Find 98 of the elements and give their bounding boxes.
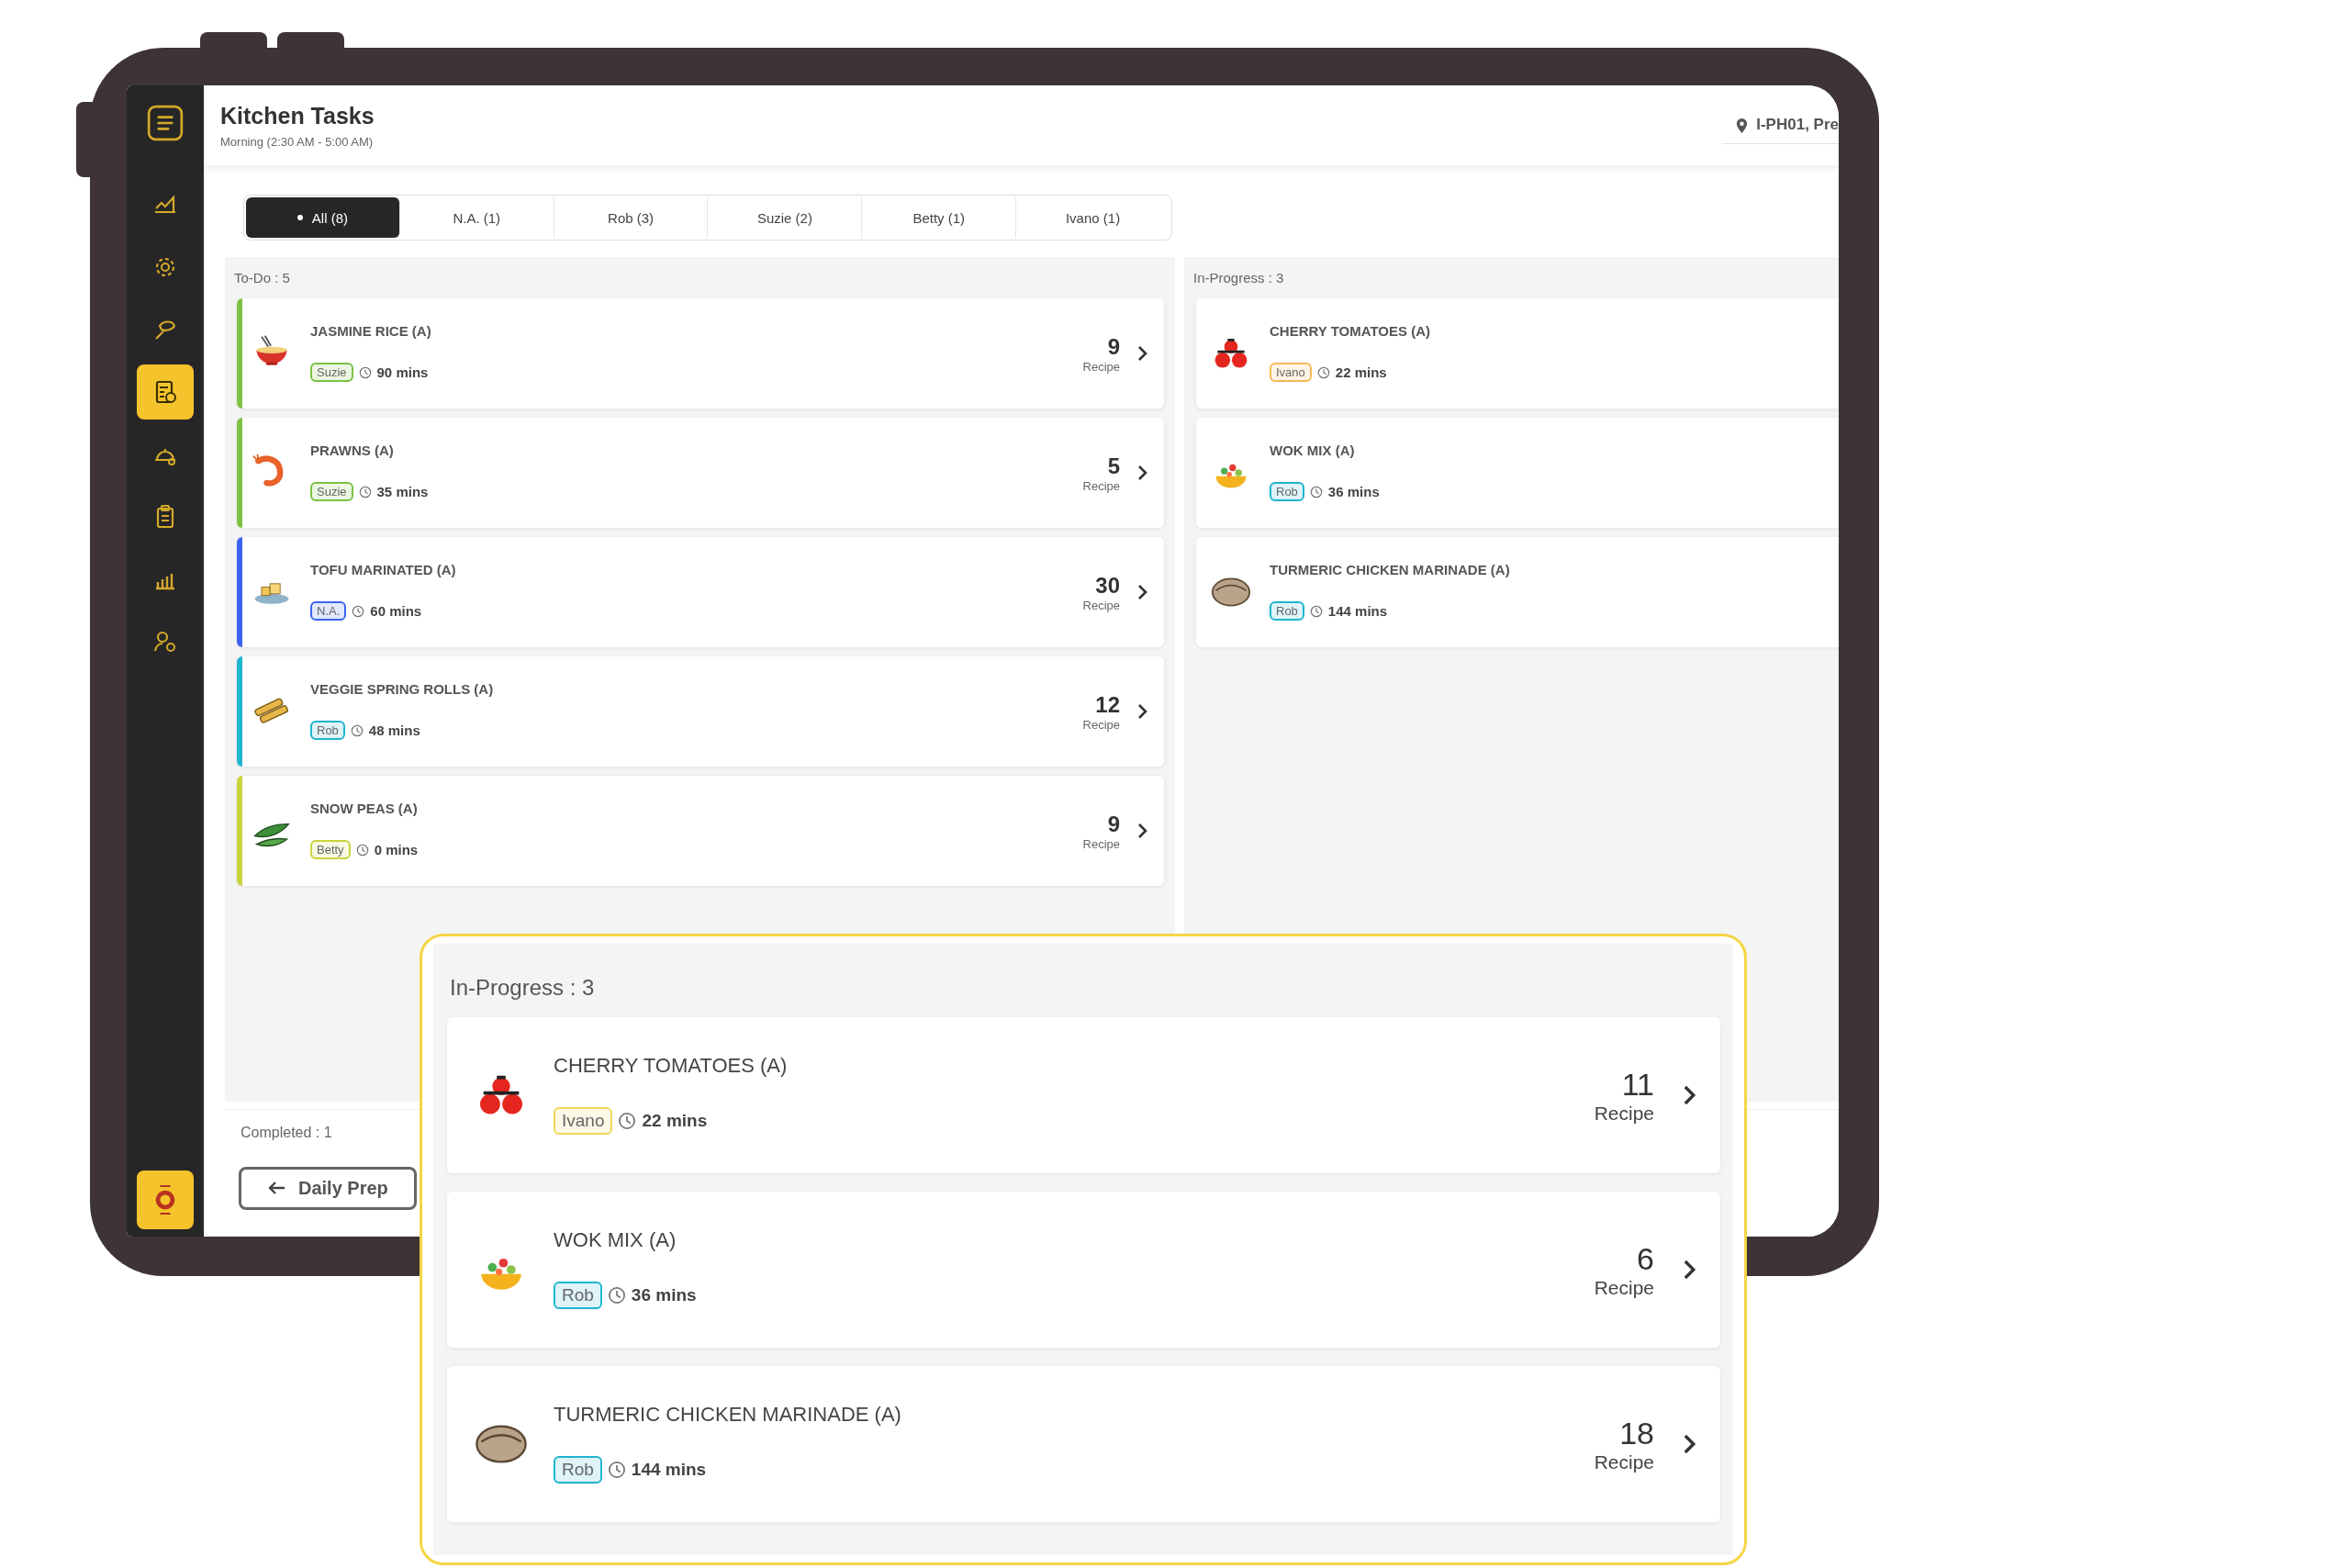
assignee-tag: Rob bbox=[554, 1282, 602, 1309]
recipe-count: 12 bbox=[1095, 691, 1120, 718]
clock-icon bbox=[358, 365, 372, 379]
filter-tab[interactable]: N.A. (1) bbox=[399, 197, 554, 238]
clock-icon bbox=[618, 1112, 637, 1130]
assignee-tag: Ivano bbox=[1270, 363, 1312, 382]
task-name: PRAWNS (A) bbox=[310, 442, 395, 458]
assignee-tag: Rob bbox=[310, 721, 345, 740]
arrow-left-icon bbox=[267, 1181, 285, 1195]
duration-text: 36 mins bbox=[631, 1285, 697, 1305]
recipe-count: 18 bbox=[1619, 1415, 1654, 1451]
duration-text: 144 mins bbox=[631, 1460, 707, 1480]
task-name: VEGGIE SPRING ROLLS (A) bbox=[310, 681, 495, 697]
sidebar-item[interactable] bbox=[137, 364, 194, 420]
assignee-tag: N.A. bbox=[310, 601, 347, 621]
assignee-tag: Rob bbox=[1270, 601, 1304, 621]
assignee-tag: Suzie bbox=[310, 363, 353, 382]
chevron-right-icon[interactable] bbox=[1136, 344, 1149, 363]
task-card[interactable]: TURMERIC CHICKEN MARINADE (A) Rob 144 mins bbox=[1196, 537, 1839, 647]
task-card[interactable]: PRAWNS (A) Suzie 35 mins 5 Recipe bbox=[237, 418, 1164, 528]
recipe-label: Recipe bbox=[1594, 1102, 1654, 1125]
recipe-label: Recipe bbox=[1082, 836, 1120, 851]
clock-icon bbox=[352, 604, 365, 618]
duration-text: 22 mins bbox=[642, 1111, 708, 1131]
recipe-label: Recipe bbox=[1082, 717, 1120, 732]
recipe-count: 5 bbox=[1107, 453, 1120, 479]
assignee-tag: Ivano bbox=[554, 1107, 613, 1135]
clock-icon bbox=[1316, 365, 1330, 379]
menu-icon bbox=[146, 104, 185, 142]
recipe-count: 9 bbox=[1107, 811, 1120, 837]
recipe-label: Recipe bbox=[1082, 359, 1120, 374]
chevron-right-icon[interactable] bbox=[1682, 1083, 1698, 1107]
task-name: JASMINE RICE (A) bbox=[310, 323, 432, 339]
duration-text: 60 mins bbox=[370, 603, 422, 619]
duration-text: 22 mins bbox=[1335, 364, 1387, 380]
location-pin-icon bbox=[1735, 116, 1750, 134]
chevron-right-icon[interactable] bbox=[1136, 822, 1149, 840]
task-card[interactable]: WOK MIX (A) Rob 36 mins 6 Recipe bbox=[447, 1192, 1720, 1348]
chevron-right-icon[interactable] bbox=[1682, 1258, 1698, 1282]
task-card[interactable]: CHERRY TOMATOES (A) Ivano 22 mins 11 Recipe bbox=[447, 1017, 1720, 1173]
clock-icon bbox=[350, 723, 364, 737]
clock-icon bbox=[1309, 604, 1323, 618]
recipe-count: 30 bbox=[1095, 572, 1120, 599]
task-card[interactable]: VEGGIE SPRING ROLLS (A) Rob 48 mins 12 Recipe bbox=[237, 656, 1164, 767]
task-name: WOK MIX (A) bbox=[1270, 442, 1356, 458]
column-heading: To-Do : 5 bbox=[234, 270, 291, 286]
page-title: Kitchen Tasks bbox=[220, 102, 375, 129]
shift-subtitle: Morning (2:30 AM - 5:00 AM) bbox=[220, 134, 375, 149]
duration-text: 90 mins bbox=[376, 364, 429, 380]
recipe-label: Recipe bbox=[1594, 1450, 1654, 1473]
timer-button[interactable] bbox=[137, 1170, 194, 1229]
daily-prep-button[interactable]: Daily Prep bbox=[239, 1166, 417, 1210]
task-name: CHERRY TOMATOES (A) bbox=[554, 1054, 789, 1078]
clock-icon bbox=[358, 485, 372, 498]
assignee-tag: Rob bbox=[1270, 482, 1304, 501]
task-card[interactable]: WOK MIX (A) Rob 36 mins bbox=[1196, 418, 1839, 528]
task-name: TOFU MARINATED (A) bbox=[310, 562, 457, 577]
clock-icon bbox=[355, 843, 369, 857]
recipe-label: Recipe bbox=[1082, 478, 1120, 493]
task-name: WOK MIX (A) bbox=[554, 1228, 677, 1252]
duration-text: 0 mins bbox=[374, 842, 419, 857]
task-name: SNOW PEAS (A) bbox=[310, 801, 419, 816]
duration-text: 35 mins bbox=[376, 484, 429, 499]
recipe-count: 6 bbox=[1637, 1240, 1654, 1277]
task-name: TURMERIC CHICKEN MARINADE (A) bbox=[1270, 562, 1511, 577]
filter-tab[interactable]: All (8) bbox=[246, 197, 400, 238]
recipe-count: 11 bbox=[1621, 1066, 1654, 1103]
chevron-right-icon[interactable] bbox=[1136, 583, 1149, 601]
clock-icon bbox=[607, 1286, 626, 1305]
task-card[interactable]: SNOW PEAS (A) Betty 0 mins 9 Recipe bbox=[237, 776, 1164, 886]
clock-icon bbox=[1309, 485, 1323, 498]
recipe-count: 9 bbox=[1107, 333, 1120, 360]
clock-icon bbox=[607, 1461, 626, 1479]
task-card[interactable]: TURMERIC CHICKEN MARINADE (A) Rob 144 mins 18 Recipe bbox=[447, 1366, 1720, 1522]
filter-tab[interactable]: Betty (1) bbox=[862, 197, 1017, 238]
filter-tab[interactable]: Ivano (1) bbox=[1016, 197, 1169, 238]
task-card[interactable]: TOFU MARINATED (A) N.A. 60 mins 30 Recipe bbox=[237, 537, 1164, 647]
column-heading: In-Progress : 3 bbox=[450, 975, 596, 1001]
column-heading: In-Progress : 3 bbox=[1193, 270, 1285, 286]
task-name: TURMERIC CHICKEN MARINADE (A) bbox=[554, 1403, 902, 1427]
recipe-label: Recipe bbox=[1082, 598, 1120, 612]
chevron-right-icon[interactable] bbox=[1136, 702, 1149, 721]
duration-text: 36 mins bbox=[1327, 484, 1380, 499]
completed-count: Completed : 1 bbox=[241, 1125, 332, 1141]
task-card[interactable]: CHERRY TOMATOES (A) Ivano 22 mins bbox=[1196, 298, 1839, 409]
chevron-right-icon[interactable] bbox=[1136, 464, 1149, 482]
recipe-label: Recipe bbox=[1594, 1276, 1654, 1299]
chevron-right-icon[interactable] bbox=[1682, 1432, 1698, 1456]
location-selector[interactable]: I-PH01, Pre bbox=[1722, 106, 1839, 144]
duration-text: 48 mins bbox=[368, 722, 420, 738]
assignee-tag: Suzie bbox=[310, 482, 353, 501]
duration-text: 144 mins bbox=[1327, 603, 1388, 619]
task-name: CHERRY TOMATOES (A) bbox=[1270, 323, 1431, 339]
assignee-tag: Betty bbox=[310, 840, 351, 859]
filter-tab[interactable]: Suzie (2) bbox=[708, 197, 863, 238]
filter-tab[interactable]: Rob (3) bbox=[554, 197, 709, 238]
task-card[interactable]: JASMINE RICE (A) Suzie 90 mins 9 Recipe bbox=[237, 298, 1164, 409]
assignee-tag: Rob bbox=[554, 1456, 602, 1484]
